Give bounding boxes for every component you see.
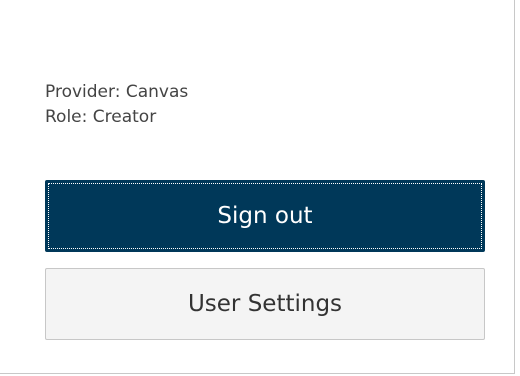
user-settings-button[interactable]: User Settings (45, 268, 485, 340)
account-info: Provider: Canvas Role: Creator (45, 80, 188, 130)
sign-out-button[interactable]: Sign out (45, 180, 485, 252)
provider-text: Provider: Canvas (45, 82, 189, 102)
role-text: Role: Creator (45, 107, 157, 127)
user-settings-label: User Settings (187, 291, 343, 317)
account-panel: Provider: Canvas Role: Creator Sign out … (0, 0, 515, 374)
sign-out-label: Sign out (217, 203, 313, 229)
